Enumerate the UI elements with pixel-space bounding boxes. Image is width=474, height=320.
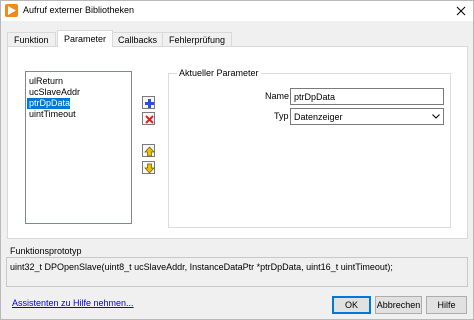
- name-label: Name: [265, 91, 290, 101]
- tab-parameter[interactable]: Parameter: [57, 30, 114, 47]
- tab-callbacks[interactable]: Callbacks: [111, 32, 165, 47]
- add-parameter-button[interactable]: [142, 96, 155, 109]
- window-title: Aufruf externer Bibliotheken: [23, 5, 135, 15]
- move-down-button[interactable]: [142, 161, 155, 174]
- type-label: Typ: [274, 111, 289, 121]
- arrow-up-icon: [144, 146, 155, 157]
- delete-parameter-button[interactable]: [142, 112, 155, 125]
- list-item[interactable]: ucSlaveAddr: [26, 87, 131, 98]
- current-parameter-group: Aktueller Parameter Name ptrDpData Typ D…: [168, 68, 451, 228]
- help-button[interactable]: Hilfe: [426, 296, 467, 314]
- tab-funktion[interactable]: Funktion: [7, 32, 56, 47]
- parameter-panel: ulReturn ucSlaveAddr ptrDpData uintTimeo…: [7, 46, 468, 239]
- name-field[interactable]: ptrDpData: [290, 88, 444, 105]
- prototype-text: uint32_t DPOpenSlave(uint8_t ucSlaveAddr…: [6, 257, 468, 287]
- list-item[interactable]: ulReturn: [26, 76, 131, 87]
- type-select-value: Datenzeiger: [294, 112, 343, 122]
- prototype-label: Funktionsprototyp: [10, 246, 82, 256]
- close-icon[interactable]: [453, 3, 469, 19]
- arrow-down-icon: [144, 163, 155, 174]
- assistant-help-link[interactable]: Assistenten zu Hilfe nehmen...: [12, 298, 134, 308]
- delete-x-icon: [145, 115, 154, 124]
- tab-fehlerpruefung[interactable]: Fehlerprüfung: [162, 32, 233, 47]
- run-arrow-icon: [5, 4, 18, 17]
- title-bar: Aufruf externer Bibliotheken: [1, 1, 473, 21]
- list-item[interactable]: uintTimeout: [26, 109, 131, 120]
- move-up-button[interactable]: [142, 144, 155, 157]
- type-select[interactable]: Datenzeiger: [290, 108, 444, 125]
- list-item-selected[interactable]: ptrDpData: [27, 98, 70, 109]
- dialog-window: Aufruf externer Bibliotheken Funktion Pa…: [0, 0, 474, 320]
- plus-icon: [145, 99, 154, 108]
- group-title: Aktueller Parameter: [177, 68, 261, 78]
- tab-bar: Funktion Parameter Callbacks Fehlerprüfu…: [7, 30, 467, 47]
- parameter-list[interactable]: ulReturn ucSlaveAddr ptrDpData uintTimeo…: [25, 71, 132, 224]
- chevron-down-icon[interactable]: [429, 109, 443, 124]
- cancel-button[interactable]: Abbrechen: [375, 296, 422, 314]
- ok-button[interactable]: OK: [332, 296, 371, 314]
- close-button[interactable]: [453, 3, 469, 19]
